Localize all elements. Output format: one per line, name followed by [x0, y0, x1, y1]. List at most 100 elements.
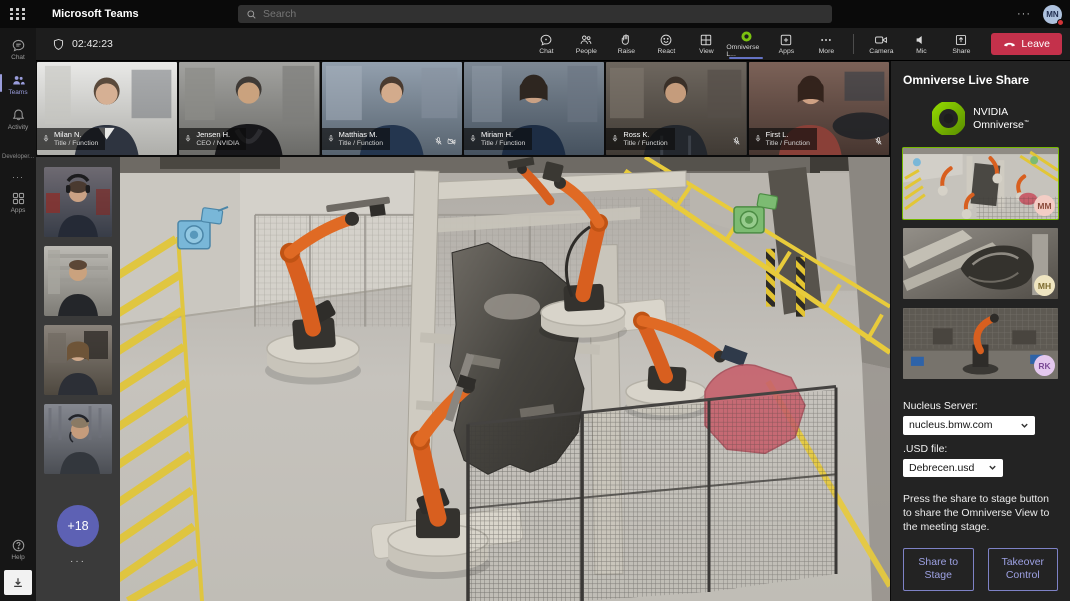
- nameplate: First L.Title / Function: [749, 128, 817, 150]
- camera-icon: [874, 33, 888, 47]
- participant-name: Jensen H.: [196, 130, 239, 139]
- help-icon: [11, 538, 26, 553]
- speaker-icon: [914, 33, 928, 47]
- mic-off-icon: [732, 137, 741, 146]
- download-app-button[interactable]: [4, 570, 32, 595]
- participant-subtitle: Title / Function: [481, 140, 525, 148]
- avatar[interactable]: MN: [1043, 5, 1062, 24]
- top-bar: Microsoft Teams ··· MN: [0, 0, 1070, 28]
- download-icon: [11, 576, 25, 590]
- omniverse-live-share-panel: Omniverse Live Share NVIDIA Omniverse™: [890, 61, 1070, 601]
- tool-chat[interactable]: Chat: [526, 28, 566, 60]
- share-to-stage-button[interactable]: Share to Stage: [903, 548, 974, 591]
- omniverse-logo-icon: [932, 102, 965, 135]
- tile-status-icons: [434, 137, 456, 146]
- tool-people[interactable]: People: [566, 28, 606, 60]
- nameplate: Miriam H.Title / Function: [464, 128, 532, 150]
- video-tile-participant[interactable]: Milan N.Title / Function: [37, 62, 177, 155]
- chat-icon: [539, 33, 553, 47]
- tool-more[interactable]: More: [806, 28, 846, 60]
- apps-grid-icon: [11, 191, 26, 206]
- participant-video: [44, 246, 112, 316]
- app-launcher-icon[interactable]: [10, 8, 26, 20]
- bell-icon: [11, 108, 26, 123]
- shared-view-thumbnail[interactable]: MH: [903, 228, 1058, 299]
- more-dots-icon: [819, 33, 833, 47]
- rail-thumbnail[interactable]: [44, 325, 112, 395]
- search-icon: [246, 9, 257, 20]
- view-grid-icon: [699, 33, 713, 47]
- cam-off-icon: [447, 137, 456, 146]
- logo-product: Omniverse: [973, 119, 1024, 131]
- apps-plus-icon: [779, 33, 793, 47]
- search-bar[interactable]: [238, 5, 832, 23]
- sidebar-item-teams[interactable]: Teams: [0, 70, 36, 99]
- participant-name: Milan N.: [54, 130, 98, 139]
- tile-status-icons: [732, 137, 741, 146]
- chat-icon: [11, 38, 26, 53]
- share-instructions: Press the share to stage button to share…: [903, 493, 1058, 535]
- mic-muted-icon: [42, 135, 50, 143]
- tool-mic[interactable]: Mic: [901, 28, 941, 60]
- participant-subtitle: Title / Function: [339, 140, 383, 148]
- safety-fence: [468, 386, 836, 601]
- mic-muted-icon: [184, 135, 192, 143]
- rail-thumbnail[interactable]: [44, 404, 112, 474]
- panel-title: Omniverse Live Share: [903, 73, 1058, 87]
- video-tile-participant[interactable]: Ross K.Title / Function: [606, 62, 746, 155]
- participant-name: Matthias M.: [339, 130, 383, 139]
- mic-muted-icon: [469, 135, 477, 143]
- participant-video: [44, 167, 112, 237]
- nucleus-server-select[interactable]: nucleus.bmw.com: [903, 416, 1035, 434]
- tool-react[interactable]: React: [646, 28, 686, 60]
- people-icon: [579, 33, 593, 47]
- hang-up-icon: [1003, 38, 1016, 51]
- video-tile-participant[interactable]: First L.Title / Function: [749, 62, 889, 155]
- video-tile-participant[interactable]: Jensen H.CEO / NVIDIA: [179, 62, 319, 155]
- tool-omniverse[interactable]: Omniverse L...: [726, 28, 766, 60]
- omniverse-app-icon: [740, 30, 753, 43]
- takeover-control-button[interactable]: Takeover Control: [988, 548, 1059, 591]
- rail-thumbnail[interactable]: [44, 246, 112, 316]
- raise-hand-icon: [619, 33, 633, 47]
- shield-icon: [52, 38, 65, 51]
- sidebar-item-chat[interactable]: Chat: [0, 35, 36, 64]
- rail-more-menu[interactable]: ···: [70, 556, 86, 567]
- tool-view[interactable]: View: [686, 28, 726, 60]
- meeting-toolbar: 02:42:23 Chat People Raise: [36, 28, 1070, 61]
- leave-button[interactable]: Leave: [991, 33, 1062, 55]
- usd-file-select[interactable]: Debrecen.usd: [903, 459, 1003, 477]
- sidebar-item-developer[interactable]: Developer...: [0, 148, 36, 166]
- sidebar-item-help[interactable]: Help: [0, 535, 36, 564]
- sidebar-item-apps[interactable]: Apps: [0, 188, 36, 217]
- sidebar-more-apps[interactable]: ···: [0, 168, 36, 186]
- app-title: Microsoft Teams: [52, 8, 139, 20]
- participant-subtitle: Title / Function: [623, 140, 667, 148]
- presence-busy-dot: [1057, 19, 1064, 26]
- rail-thumbnail[interactable]: [44, 167, 112, 237]
- factory-scene: [120, 157, 890, 601]
- tool-camera[interactable]: Camera: [861, 28, 901, 60]
- participants-rail: +18 ···: [36, 157, 120, 601]
- mic-muted-icon: [327, 135, 335, 143]
- tool-share[interactable]: Share: [941, 28, 981, 60]
- more-participants-count[interactable]: +18: [57, 505, 99, 547]
- mic-off-icon: [434, 137, 443, 146]
- shared-view-thumbnail[interactable]: MM: [903, 148, 1058, 219]
- participant-name: Miriam H.: [481, 130, 525, 139]
- topbar-more-menu[interactable]: ···: [1017, 8, 1031, 20]
- shared-view-thumbnail[interactable]: RK: [903, 308, 1058, 379]
- react-smiley-icon: [659, 33, 673, 47]
- tool-raise-hand[interactable]: Raise: [606, 28, 646, 60]
- tool-apps[interactable]: Apps: [766, 28, 806, 60]
- chevron-down-icon: [988, 463, 997, 472]
- active-indicator: [0, 74, 2, 92]
- video-tile-participant[interactable]: Miriam H.Title / Function: [464, 62, 604, 155]
- omniverse-3d-viewport[interactable]: [120, 157, 890, 601]
- usd-file-label: .USD file:: [903, 443, 1058, 455]
- video-tile-participant[interactable]: Matthias M.Title / Function: [322, 62, 462, 155]
- search-input[interactable]: [263, 8, 824, 20]
- tile-status-icons: [874, 137, 883, 146]
- nameplate: Matthias M.Title / Function: [322, 128, 390, 150]
- sidebar-item-activity[interactable]: Activity: [0, 105, 36, 134]
